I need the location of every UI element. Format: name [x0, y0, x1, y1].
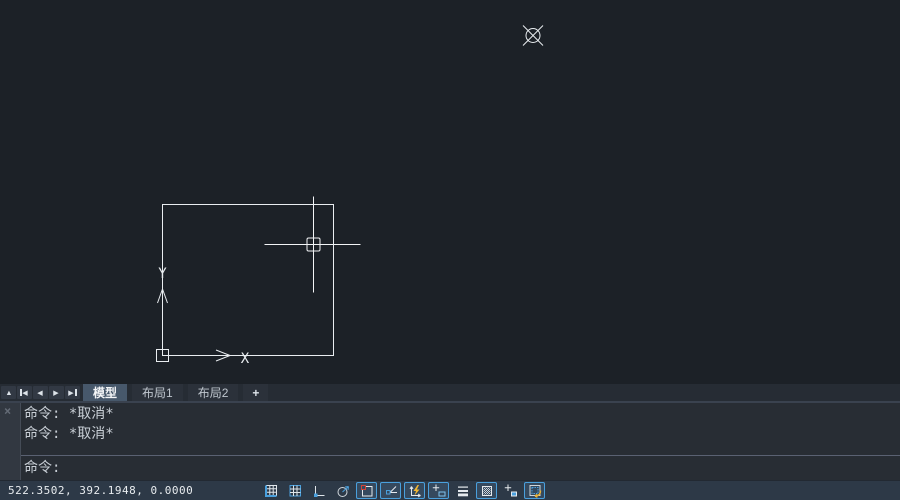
last-triangle-icon: ▶ [69, 389, 75, 396]
annotation-autoscale-icon[interactable] [524, 482, 545, 499]
new-layout-tab-button[interactable]: + [243, 384, 268, 401]
command-window-side-strip: × [0, 403, 21, 480]
grid-display-icon[interactable] [284, 482, 305, 499]
snap-mode-icon[interactable] [260, 482, 281, 499]
selection-cycling-icon[interactable] [500, 482, 521, 499]
first-triangle-icon: ◀ [23, 389, 29, 396]
last-bar-icon [75, 389, 77, 396]
next-triangle-icon: ▶ [54, 389, 60, 396]
object-snap-tracking-icon[interactable] [380, 482, 401, 499]
drafting-toggles [260, 481, 545, 500]
tab-layout1[interactable]: 布局1 [132, 384, 183, 401]
tab-model[interactable]: 模型 [83, 384, 127, 401]
cad-application-window: Y X ▲ ◀ ◀ ▶ ▶ 模型 布 [0, 0, 900, 500]
close-icon[interactable]: × [4, 405, 11, 417]
transparency-icon[interactable] [476, 482, 497, 499]
dynamic-input-icon[interactable] [428, 482, 449, 499]
ucs-x-label: X [241, 351, 250, 367]
command-history-line: 命令: *取消* [24, 424, 114, 444]
tab-layout2[interactable]: 布局2 [188, 384, 239, 401]
rectangle-entity[interactable] [163, 205, 334, 356]
command-history-line: 命令: *取消* [24, 404, 114, 424]
ortho-mode-icon[interactable] [308, 482, 329, 499]
dynamic-ucs-icon[interactable] [404, 482, 425, 499]
next-tab-button[interactable]: ▶ [49, 386, 64, 399]
layout-tabs: 模型 布局1 布局2 + [83, 384, 273, 401]
status-bar: 522.3502, 392.1948, 0.0000 [0, 480, 900, 500]
crosshair-cursor [265, 197, 361, 293]
tab-menu-up-icon[interactable]: ▲ [1, 386, 16, 399]
ucs-y-label: Y [158, 266, 167, 282]
prev-triangle-icon: ◀ [38, 389, 44, 396]
last-tab-button[interactable]: ▶ [65, 386, 80, 399]
point-marker-entity[interactable] [523, 26, 543, 46]
coordinate-readout[interactable]: 522.3502, 392.1948, 0.0000 [8, 481, 193, 500]
up-triangle-icon: ▲ [5, 389, 12, 396]
first-tab-button[interactable]: ◀ [17, 386, 32, 399]
command-prompt-input[interactable]: 命令: [24, 458, 60, 478]
object-snap-icon[interactable] [356, 482, 377, 499]
drawing-area: Y X [0, 0, 900, 384]
command-line-window[interactable]: × 命令: *取消* 命令: *取消* 命令: [0, 401, 900, 480]
lineweight-icon[interactable] [452, 482, 473, 499]
previous-tab-button[interactable]: ◀ [33, 386, 48, 399]
model-space-canvas[interactable]: Y X [0, 0, 900, 384]
polar-tracking-icon[interactable] [332, 482, 353, 499]
ucs-icon: Y X [157, 266, 250, 367]
command-history: 命令: *取消* 命令: *取消* [24, 404, 114, 444]
layout-tabbar: ▲ ◀ ◀ ▶ ▶ 模型 布局1 布局2 + [0, 384, 900, 401]
command-separator [21, 455, 900, 456]
